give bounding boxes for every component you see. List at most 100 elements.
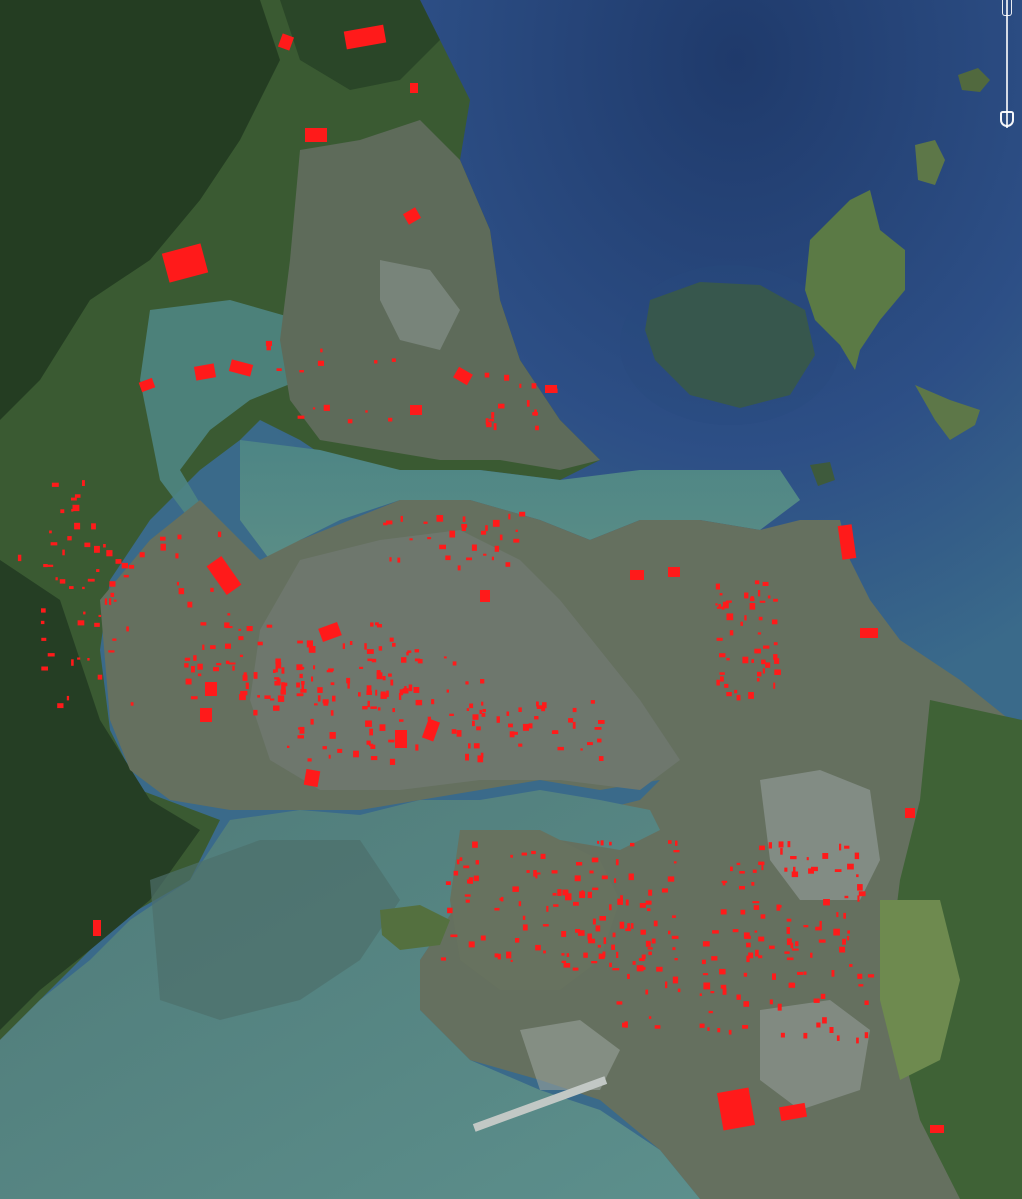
parcel xyxy=(109,581,116,587)
parcel xyxy=(739,871,745,874)
parcel xyxy=(717,1028,721,1033)
parcel xyxy=(818,939,826,943)
parcel xyxy=(49,530,52,534)
parcel xyxy=(526,870,530,873)
parcel xyxy=(476,726,481,731)
parcel xyxy=(367,700,370,708)
parcel xyxy=(494,953,499,958)
parcel xyxy=(238,636,244,641)
parcel xyxy=(71,497,77,501)
parcel xyxy=(257,695,260,698)
parcel xyxy=(391,358,396,362)
parcel xyxy=(791,948,799,951)
parcel xyxy=(423,521,428,524)
parcel xyxy=(614,878,617,883)
parcel xyxy=(566,953,570,957)
parcel xyxy=(856,874,859,878)
parcel xyxy=(656,966,663,972)
parcel xyxy=(431,699,435,705)
parcel xyxy=(468,743,471,749)
parcel xyxy=(519,511,526,517)
parcel xyxy=(87,658,90,661)
zoom-slider-cap-icon xyxy=(1002,0,1012,16)
parcel xyxy=(466,557,472,561)
parcel xyxy=(535,944,541,951)
zoom-slider[interactable] xyxy=(1000,0,1014,140)
parcel xyxy=(415,699,423,706)
parcel xyxy=(17,554,22,562)
parcel xyxy=(534,716,539,720)
parcel xyxy=(493,423,497,431)
parcel xyxy=(389,758,396,765)
parcel xyxy=(632,961,636,965)
parcel xyxy=(379,724,386,731)
parcel xyxy=(742,1025,749,1029)
parcel xyxy=(822,853,829,859)
parcel xyxy=(469,703,474,709)
parcel xyxy=(542,924,549,927)
parcel xyxy=(722,988,727,995)
parcel xyxy=(645,989,649,995)
parcel xyxy=(760,914,766,919)
parcel xyxy=(273,705,280,711)
parcel xyxy=(427,716,431,721)
parcel xyxy=(755,949,759,957)
parcel xyxy=(456,859,460,865)
parcel xyxy=(617,898,623,905)
parcel xyxy=(297,640,303,644)
parcel xyxy=(240,690,244,697)
parcel xyxy=(314,703,318,706)
parcel xyxy=(410,83,418,93)
parcel xyxy=(239,654,243,657)
parcel xyxy=(598,756,604,761)
parcel xyxy=(816,1022,821,1028)
satellite-map[interactable] xyxy=(0,0,1022,1199)
parcel xyxy=(573,901,579,906)
parcel xyxy=(752,869,757,873)
parcel xyxy=(457,565,461,571)
parcel xyxy=(552,730,558,734)
parcel xyxy=(326,669,333,673)
parcel xyxy=(374,360,378,364)
parcel xyxy=(96,569,100,572)
parcel xyxy=(200,622,207,626)
parcel xyxy=(87,578,95,582)
parcel xyxy=(300,689,307,693)
parcel xyxy=(843,912,846,919)
parcel xyxy=(784,951,790,954)
parcel xyxy=(177,534,182,540)
parcel xyxy=(190,696,198,700)
parcel xyxy=(552,892,557,896)
zoom-slider-track[interactable] xyxy=(1006,0,1008,128)
parcel xyxy=(160,543,166,551)
parcel xyxy=(710,991,715,994)
parcel xyxy=(720,676,724,682)
parcel xyxy=(481,701,484,706)
parcel xyxy=(648,1016,652,1019)
parcel xyxy=(575,929,581,933)
parcel xyxy=(773,682,776,689)
parcel xyxy=(128,564,135,569)
parcel xyxy=(337,748,343,753)
parcel xyxy=(708,1010,713,1014)
parcel xyxy=(453,870,459,876)
parcel xyxy=(139,552,145,558)
parcel xyxy=(728,1029,732,1035)
parcel xyxy=(854,852,860,860)
map-viewport[interactable] xyxy=(0,0,1022,1199)
parcel xyxy=(815,926,822,931)
parcel xyxy=(330,710,334,716)
parcel xyxy=(452,661,457,666)
parcel xyxy=(829,1027,834,1033)
parcel xyxy=(780,1032,785,1038)
parcel xyxy=(310,718,314,725)
parcel xyxy=(768,842,772,849)
parcel xyxy=(276,368,282,371)
parcel xyxy=(299,726,305,734)
zoom-slider-icon[interactable] xyxy=(1000,111,1014,128)
parcel xyxy=(496,716,500,723)
parcel xyxy=(867,974,875,978)
parcel xyxy=(464,894,471,897)
parcel xyxy=(744,615,747,621)
parcel xyxy=(668,567,680,577)
